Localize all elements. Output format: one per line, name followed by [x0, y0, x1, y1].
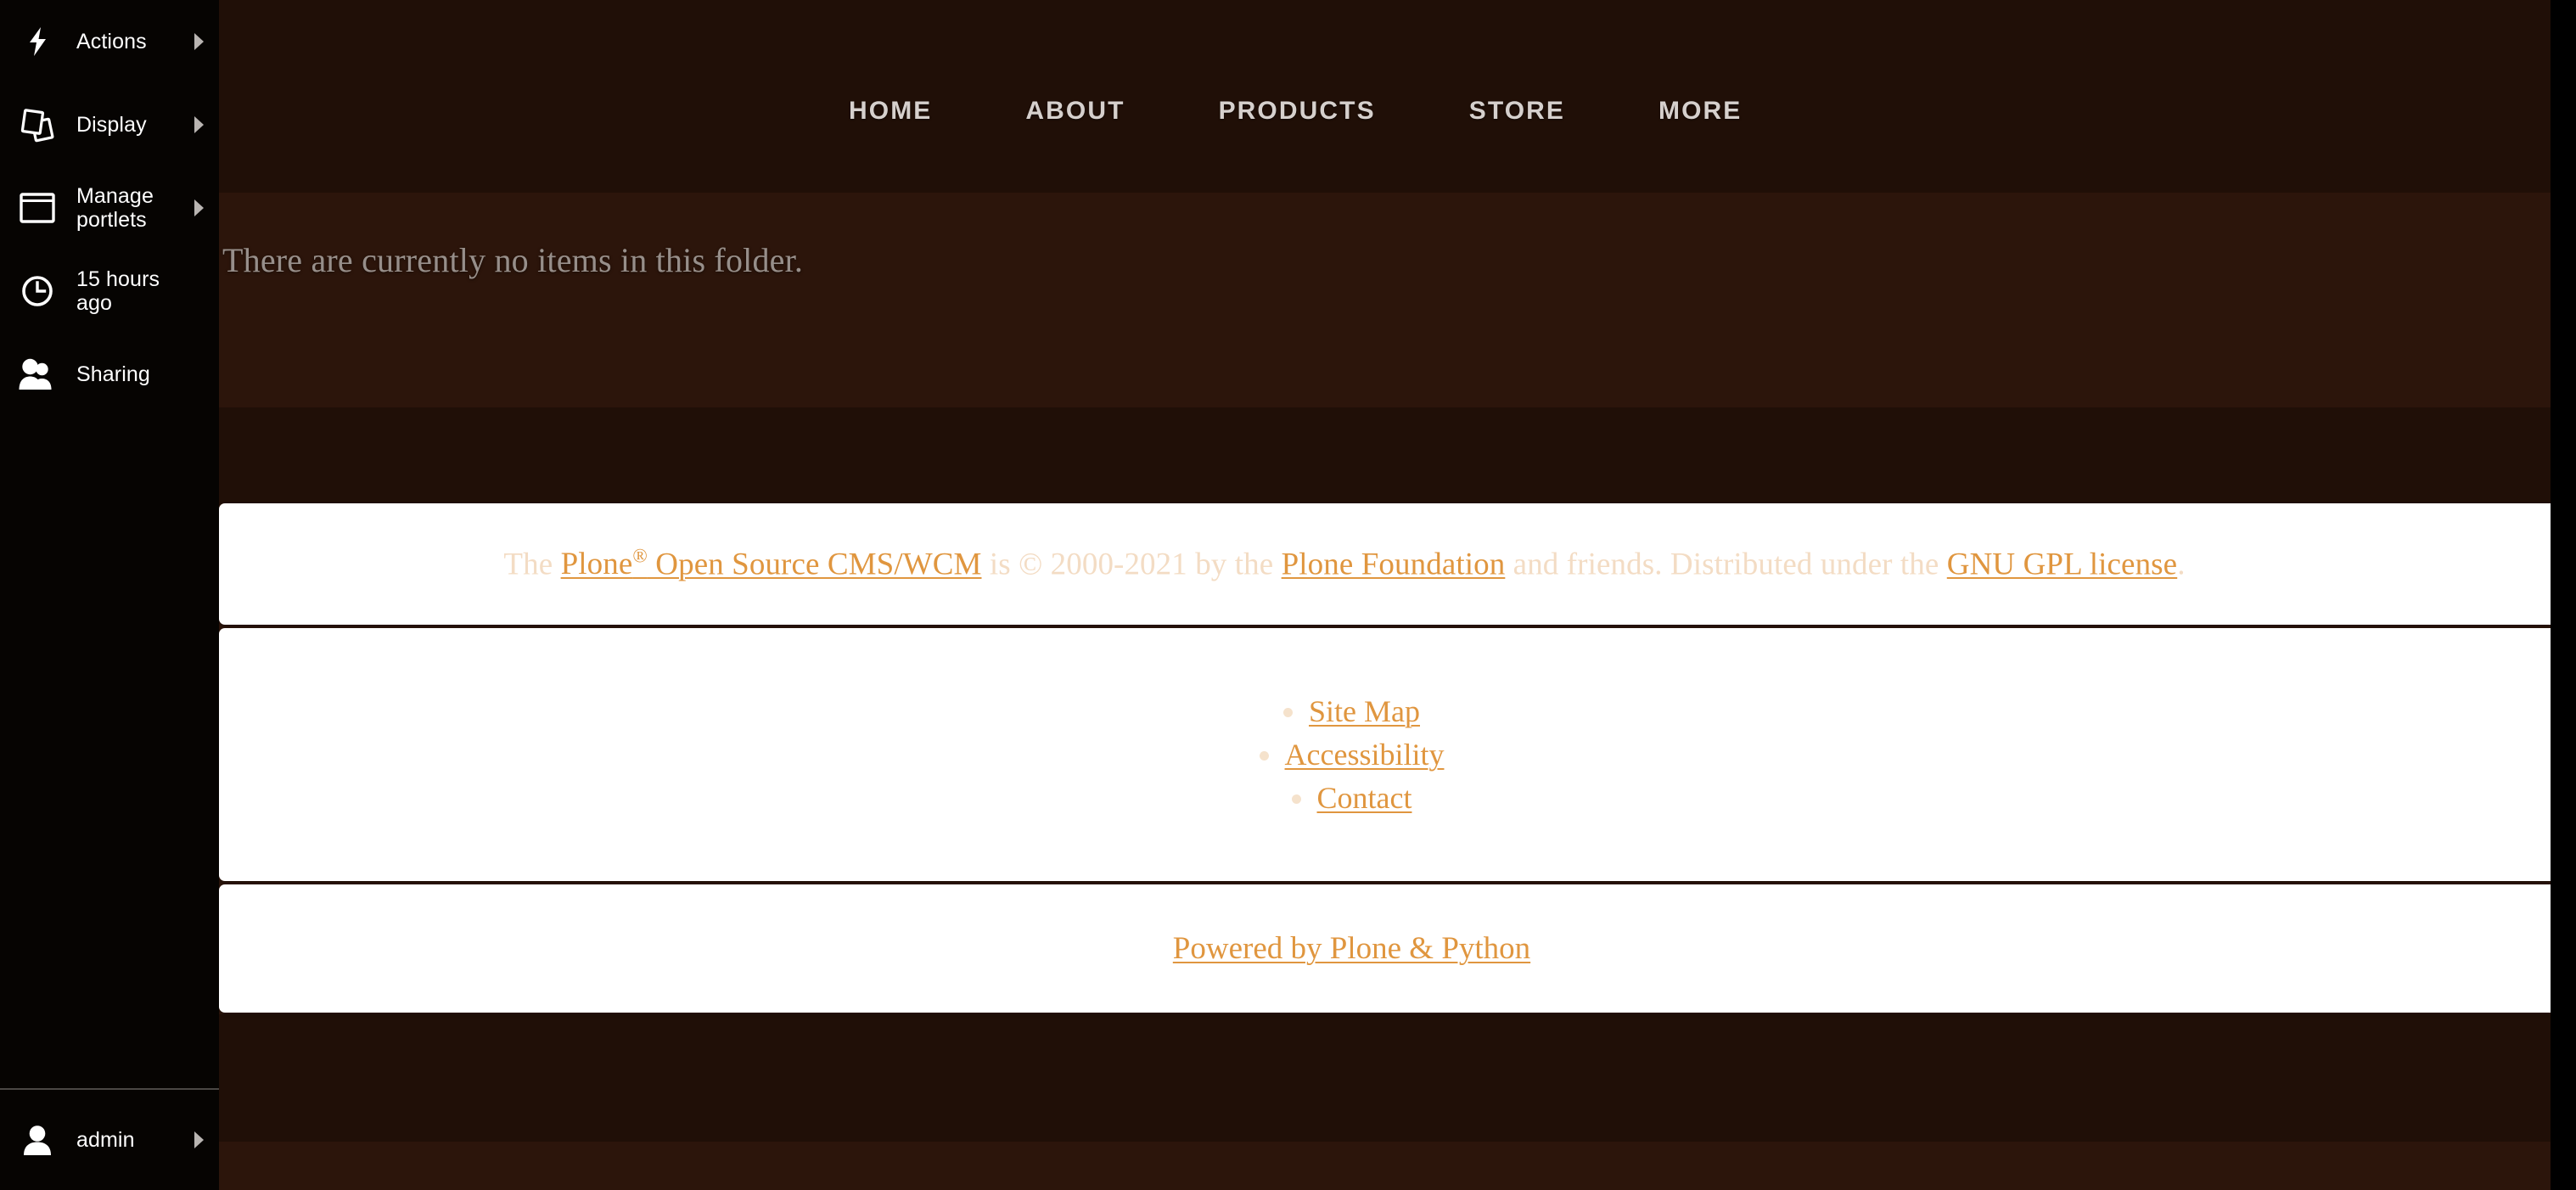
plone-link[interactable]: Plone® — [560, 545, 648, 582]
list-item: Accessibility — [1259, 737, 1445, 772]
two-users-icon — [19, 356, 56, 393]
gnu-gpl-license-link[interactable]: GNU GPL license — [1947, 547, 2177, 581]
window-frame-icon — [19, 189, 56, 227]
sidebar-item-label: Display — [76, 112, 147, 137]
sidebar-item-last-modified[interactable]: 15 hours ago — [0, 250, 219, 333]
nav-item-store[interactable]: STORE — [1469, 97, 1565, 126]
copyright-line: The Plone® Open Source CMS/WCM is © 2000… — [503, 546, 2265, 582]
overlay-band-mid — [219, 407, 2551, 505]
sidebar-item-actions[interactable]: Actions — [0, 0, 219, 83]
sidebar-item-label: Actions — [76, 29, 147, 53]
sidebar-user-label: admin — [76, 1127, 135, 1152]
nav-item-more[interactable]: MORE — [1658, 97, 1742, 126]
page-root: HOME ABOUT PRODUCTS STORE MORE There are… — [0, 0, 2576, 1190]
copyright-tail: and friends. Distributed under the — [1505, 547, 1947, 582]
bullet-icon — [1283, 708, 1293, 718]
plone-link-label: Plone — [560, 547, 633, 582]
chevron-right-icon — [185, 197, 204, 219]
empty-folder-message: There are currently no items in this fol… — [222, 241, 804, 279]
person-icon — [19, 1121, 56, 1159]
copyright-lead: The — [503, 547, 561, 582]
list-item: Site Map — [1260, 693, 1445, 729]
overlay-band-lower — [219, 1014, 2551, 1142]
powered-by-link[interactable]: Powered by Plone & Python — [1173, 930, 1597, 967]
nav-list: HOME ABOUT PRODUCTS STORE MORE — [849, 97, 1742, 126]
site-map-link[interactable]: Site Map — [1309, 694, 1420, 728]
site-actions-panel: Site Map Accessibility Contact — [219, 628, 2551, 881]
admin-sidebar: Actions Display Manage portlets 15 hours… — [0, 0, 219, 1190]
contact-link[interactable]: Contact — [1317, 781, 1412, 815]
chevron-right-icon — [185, 31, 204, 53]
chevron-right-icon — [185, 114, 204, 136]
nav-item-home[interactable]: HOME — [849, 97, 932, 126]
sidebar-item-sharing[interactable]: Sharing — [0, 333, 219, 416]
main-navigation: HOME ABOUT PRODUCTS STORE MORE — [219, 85, 2551, 138]
copyright-mid: is © 2000-2021 by the — [981, 547, 1282, 582]
copyright-period: . — [2177, 547, 2186, 582]
caret-placeholder — [185, 280, 204, 302]
bullet-icon — [1291, 794, 1301, 805]
sidebar-item-label: 15 hours ago — [76, 267, 160, 315]
sidebar-user-section: admin — [0, 1088, 219, 1190]
list-item: Contact — [1260, 780, 1445, 816]
empty-folder-notice: There are currently no items in this fol… — [219, 240, 2551, 280]
sidebar-item-display[interactable]: Display — [0, 83, 219, 166]
stacked-pages-icon — [19, 106, 56, 143]
scrollbar-gutter[interactable] — [2551, 0, 2576, 1190]
sidebar-item-list: Actions Display Manage portlets 15 hours… — [0, 0, 219, 416]
registered-mark: ® — [632, 545, 648, 567]
overlay-band-top — [219, 0, 2551, 47]
accessibility-link[interactable]: Accessibility — [1285, 738, 1445, 772]
site-actions-list: Site Map Accessibility Contact — [1259, 693, 1511, 816]
nav-item-about[interactable]: ABOUT — [1025, 97, 1125, 126]
lightning-bolt-icon — [19, 23, 56, 60]
chevron-right-icon — [185, 1129, 204, 1151]
sidebar-item-manage-portlets[interactable]: Manage portlets — [0, 166, 219, 250]
clock-icon — [19, 272, 56, 310]
bullet-icon — [1259, 751, 1269, 761]
open-source-cms-link[interactable]: Open Source CMS/WCM — [648, 547, 982, 581]
sidebar-item-label: Sharing — [76, 362, 150, 386]
footer-panels: The Plone® Open Source CMS/WCM is © 2000… — [219, 503, 2551, 1013]
sidebar-item-label: Manage portlets — [76, 183, 154, 232]
powered-by-panel: Powered by Plone & Python — [219, 884, 2551, 1013]
plone-foundation-link[interactable]: Plone Foundation — [1282, 547, 1506, 581]
copyright-panel: The Plone® Open Source CMS/WCM is © 2000… — [219, 503, 2551, 625]
sidebar-item-user[interactable]: admin — [0, 1090, 219, 1190]
caret-placeholder — [185, 363, 204, 385]
nav-item-products[interactable]: PRODUCTS — [1219, 97, 1376, 126]
